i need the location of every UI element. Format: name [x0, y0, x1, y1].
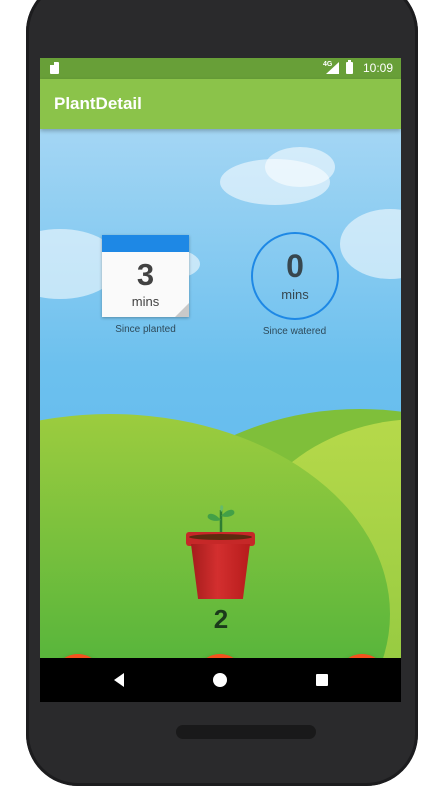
square-recents-icon — [316, 674, 328, 686]
plant-counter: 2 — [213, 604, 229, 634]
planted-label: Since planted — [115, 324, 176, 335]
device-screen: 4G 10:09 PlantDetail 3 mins Since plante… — [40, 58, 401, 702]
sd-card-icon — [50, 62, 59, 74]
battery-icon — [346, 60, 353, 74]
watered-unit: mins — [281, 287, 309, 302]
signal-icon — [326, 62, 339, 74]
system-nav-bar — [40, 658, 401, 702]
nav-home-button[interactable] — [210, 670, 230, 690]
watered-ring: 0 mins — [251, 232, 339, 320]
watered-label: Since watered — [262, 326, 327, 337]
bottom-speaker — [176, 725, 316, 739]
app-bar: PlantDetail — [40, 79, 401, 129]
triangle-back-icon — [114, 673, 124, 687]
pot-soil — [189, 534, 252, 540]
page-title: PlantDetail — [54, 94, 142, 113]
cloud — [265, 147, 335, 187]
status-time: 10:09 — [362, 61, 393, 75]
pot-body — [191, 544, 250, 599]
nav-recents-button[interactable] — [312, 670, 332, 690]
garden-scene: 3 mins Since planted 0 mins Since watere… — [40, 129, 401, 658]
status-bar: 4G 10:09 — [40, 58, 401, 79]
planted-calendar: 3 mins — [102, 235, 189, 317]
nav-back-button[interactable] — [109, 670, 129, 690]
calendar-header — [102, 235, 189, 252]
page-curl — [175, 303, 189, 317]
cloud — [340, 209, 401, 279]
circle-home-icon — [213, 673, 227, 687]
plant-pot[interactable] — [186, 504, 256, 604]
watered-value: 0 — [286, 248, 304, 284]
planted-value: 3 — [136, 257, 155, 292]
